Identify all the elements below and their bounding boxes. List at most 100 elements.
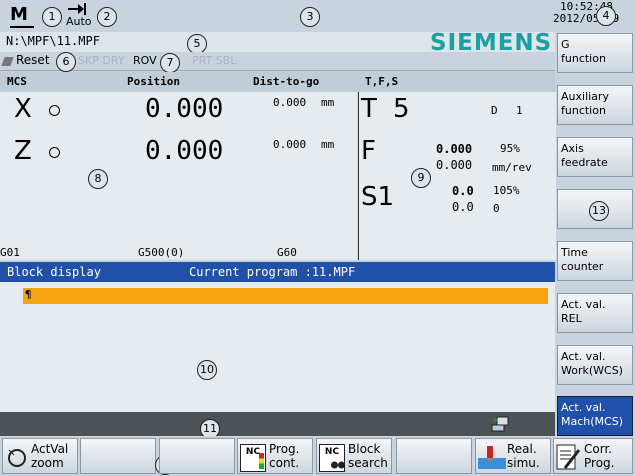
axis-unit: mm [321, 138, 335, 151]
empty-softkey-6[interactable] [396, 438, 472, 474]
time-counter-line1: Time [561, 246, 588, 259]
block-search-line1: Block [348, 442, 381, 456]
g-function-softkey[interactable]: G function [557, 33, 633, 73]
axis-unit: mm [321, 96, 335, 109]
tool-label: T [361, 94, 377, 124]
spindle-actual: 0.0 [452, 184, 474, 198]
time-counter-line2: counter [561, 260, 604, 273]
axis-feedrate-softkey[interactable]: Axis feedrate [557, 137, 633, 177]
actval-zoom-line1: ActVal [31, 442, 69, 456]
spindle-set: 0.0 [452, 200, 474, 214]
binoculars-icon [331, 458, 345, 473]
auxiliary-function-line1: Auxiliary [561, 90, 609, 103]
magnifier-icon [6, 447, 30, 474]
machining-simulation-icon [478, 444, 506, 473]
axis-name: Z [14, 136, 32, 166]
act-val-wcs-line1: Act. val. [561, 350, 606, 363]
g-code-line: G01 G500(0) G60 [0, 244, 357, 260]
g-code-3: G60 [277, 246, 297, 259]
block-display-header: Block display Current program :11.MPF [0, 262, 555, 282]
message-bar: 11 [0, 412, 555, 439]
mode-indicator: M [10, 4, 34, 28]
corr-prog-softkey[interactable]: Corr. Prog. [553, 438, 633, 474]
header-mcs: MCS [7, 75, 27, 88]
act-val-mcs-softkey[interactable]: Act. val. Mach(MCS) [557, 396, 633, 436]
program-path-bar: N:\MPF\11.MPF 5 SIEMENS [0, 30, 555, 56]
axis-name: X [14, 94, 32, 124]
auxiliary-function-line2: function [561, 104, 606, 117]
current-block-line[interactable]: ¶ [23, 288, 548, 304]
header-position: Position [127, 75, 180, 88]
time-counter-softkey[interactable]: Time counter [557, 241, 633, 281]
callout-4: 4 [596, 6, 616, 26]
reset-icon [1, 57, 14, 66]
axis-row: X 0.000 0.000 mm [0, 92, 357, 132]
axis-row: Z 0.000 0.000 mm [0, 134, 357, 174]
block-display-area[interactable]: ¶ 10 [0, 282, 555, 412]
corr-prog-line1: Corr. [584, 442, 613, 456]
axis-status-circle [49, 147, 60, 158]
top-status-bar: M 1 Auto 2 3 [0, 0, 555, 32]
program-path: N:\MPF\11.MPF [6, 34, 100, 48]
callout-9: 9 [411, 168, 431, 188]
act-val-wcs-line2: Work(WCS) [561, 364, 623, 377]
axis-status-circle [49, 105, 60, 116]
real-simu-line1: Real. [507, 442, 537, 456]
callout-6: 6 [56, 52, 76, 72]
auxiliary-function-softkey[interactable]: Auxiliary function [557, 85, 633, 125]
axis-position-panel: X 0.000 0.000 mm Z 0.000 0.000 mm 8 [0, 92, 357, 244]
feed-actual: 0.000 [436, 142, 473, 156]
block-line-marker: ¶ [25, 288, 32, 301]
skp-dry-flags: SKP DRY [78, 54, 125, 67]
empty-vertical-softkey[interactable]: 13 [557, 189, 633, 229]
prog-cont-line2: cont. [269, 456, 300, 470]
callout-1: 1 [42, 7, 62, 27]
block-display-title: Block display [7, 265, 101, 279]
header-dist-to-go: Dist-to-go [253, 75, 320, 88]
spindle-unit: 0 [493, 202, 500, 215]
actval-zoom-line2: zoom [31, 456, 64, 470]
actval-zoom-softkey[interactable]: ActVal zoom [2, 438, 78, 474]
feed-label: F [361, 136, 376, 166]
feed-override: 95% [500, 142, 520, 155]
g-function-line2: function [561, 52, 606, 65]
real-simu-softkey[interactable]: Real. simu. [475, 438, 551, 474]
axis-feedrate-line1: Axis [561, 142, 584, 155]
callout-13: 13 [589, 201, 609, 221]
tfs-panel: T 5 D 1 F 0.000 0.000 95% mm/rev 9 S1 0.… [358, 92, 556, 260]
empty-softkey-3[interactable] [159, 438, 235, 474]
block-search-softkey[interactable]: NC Block search [316, 438, 392, 474]
spindle-override: 105% [493, 184, 520, 197]
corr-prog-line2: Prog. [584, 456, 615, 470]
axis-position: 0.000 [145, 136, 224, 166]
current-program: Current program :11.MPF [189, 265, 356, 279]
d-label: D [491, 104, 498, 117]
channel-status-bar: Reset 6 SKP DRY ROV 7 PRT SBL [0, 52, 555, 73]
axis-position: 0.000 [145, 94, 224, 124]
act-val-wcs-softkey[interactable]: Act. val. Work(WCS) [557, 345, 633, 385]
act-val-rel-line2: REL [561, 312, 582, 325]
header-tfs: T,F,S [365, 75, 399, 88]
real-simu-line2: simu. [507, 456, 540, 470]
callout-8: 8 [88, 169, 108, 189]
empty-softkey-2[interactable]: 12 [80, 438, 175, 475]
act-val-rel-softkey[interactable]: Act. val. REL [557, 293, 633, 333]
prog-cont-softkey[interactable]: NC Prog. cont. [237, 438, 313, 474]
g-code-1: G01 [0, 246, 20, 259]
g-code-2: G500(0) [138, 246, 185, 259]
spindle-label: S1 [361, 182, 395, 212]
callout-3: 3 [300, 7, 320, 27]
callout-7: 7 [160, 53, 180, 73]
act-val-mcs-line1: Act. val. [561, 401, 606, 414]
callout-2: 2 [97, 7, 117, 27]
reset-status: Reset [16, 53, 50, 67]
feed-unit: mm/rev [492, 161, 532, 174]
position-header: MCS Position Dist-to-go T,F,S [0, 72, 555, 92]
g-function-line1: G [561, 38, 570, 51]
block-search-line2: search [348, 456, 388, 470]
prt-sbl-flags: PRT SBL [192, 54, 237, 67]
network-icon [491, 416, 511, 432]
tool-number: 5 [393, 94, 410, 124]
axis-dist-to-go: 0.000 [273, 96, 307, 109]
axis-feedrate-line2: feedrate [561, 156, 608, 169]
